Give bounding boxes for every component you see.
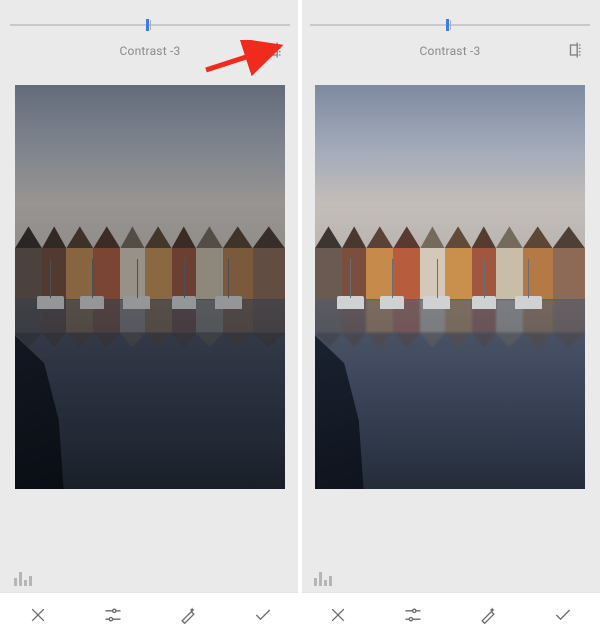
cancel-button[interactable] — [318, 595, 358, 635]
cancel-button[interactable] — [18, 595, 58, 635]
accept-button[interactable] — [243, 595, 283, 635]
auto-enhance-button[interactable] — [468, 595, 508, 635]
preview-image-after — [315, 85, 585, 489]
editor-pane-right: Contrast -3 — [300, 0, 600, 636]
compare-icon[interactable] — [268, 40, 288, 60]
bottom-toolbar — [300, 592, 600, 636]
adjustment-label: Contrast -3 — [120, 44, 181, 58]
contrast-slider[interactable] — [0, 0, 300, 40]
tune-button[interactable] — [93, 595, 133, 635]
preview-image-before — [15, 85, 285, 489]
accept-button[interactable] — [543, 595, 583, 635]
tune-button[interactable] — [393, 595, 433, 635]
contrast-slider[interactable] — [300, 0, 600, 40]
histogram-icon[interactable] — [314, 572, 334, 586]
auto-enhance-button[interactable] — [168, 595, 208, 635]
slider-thumb[interactable] — [146, 19, 149, 31]
slider-thumb[interactable] — [446, 19, 449, 31]
compare-icon[interactable] — [568, 40, 588, 60]
pane-divider — [298, 0, 302, 636]
bottom-toolbar — [0, 592, 300, 636]
adjustment-label: Contrast -3 — [420, 44, 481, 58]
editor-pane-left: Contrast -3 — [0, 0, 300, 636]
histogram-icon[interactable] — [14, 572, 34, 586]
